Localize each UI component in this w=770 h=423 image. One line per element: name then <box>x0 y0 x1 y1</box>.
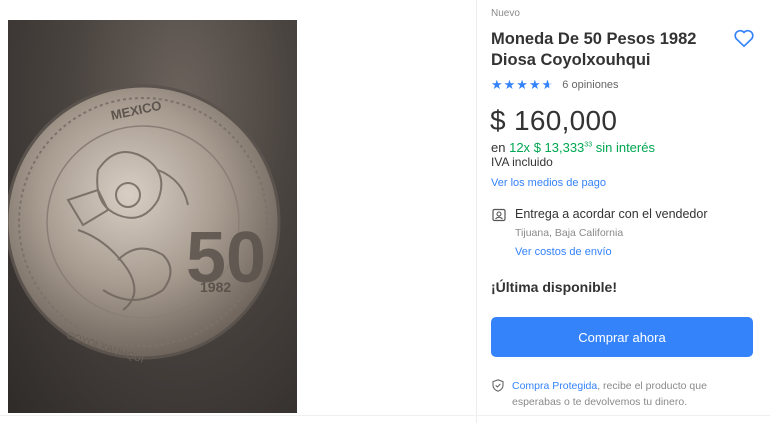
installments-suffix: sin interés <box>595 140 655 155</box>
product-title: Moneda De 50 Pesos 1982 Diosa Coyolxouhq… <box>491 30 697 69</box>
price: $ 160,000 <box>490 105 618 136</box>
purchase-protection: Compra Protegida, recibe el producto que… <box>512 378 742 410</box>
reviews-count[interactable]: 6 opiniones <box>562 79 618 91</box>
stock-label: ¡Última disponible! <box>491 279 617 295</box>
iva-label: IVA incluido <box>491 155 553 169</box>
delivery-location: Tijuana, Baja California <box>515 227 624 239</box>
product-image[interactable]: MEXICO 50 1982 COYOLXAUHQUI <box>8 20 297 413</box>
bottom-divider <box>0 415 770 416</box>
installments: en 12x $ 13,33333 sin interés <box>491 140 655 155</box>
user-card-icon <box>492 208 506 222</box>
rating[interactable]: ★★★★★ 6 opiniones <box>491 77 619 93</box>
vertical-divider <box>476 0 477 423</box>
installments-prefix: en <box>491 140 506 155</box>
coin-illustration: MEXICO 50 1982 COYOLXAUHQUI <box>8 84 281 366</box>
protected-purchase-link[interactable]: Compra Protegida <box>512 380 597 392</box>
condition-label: Nuevo <box>491 8 520 19</box>
installments-count: 12x <box>509 140 531 155</box>
installments-amount: $ 13,333 <box>533 140 585 155</box>
buy-now-button[interactable]: Comprar ahora <box>491 317 753 357</box>
rating-stars: ★★★★★ <box>491 77 554 93</box>
shield-check-icon <box>492 379 504 392</box>
shipping-costs-link[interactable]: Ver costos de envío <box>515 246 612 258</box>
installments-cents: 33 <box>584 141 593 149</box>
favorite-heart-icon[interactable] <box>733 28 755 48</box>
payment-methods-link[interactable]: Ver los medios de pago <box>491 177 606 189</box>
coin-year-text: 1982 <box>200 279 231 295</box>
delivery-title: Entrega a acordar con el vendedor <box>515 207 708 221</box>
